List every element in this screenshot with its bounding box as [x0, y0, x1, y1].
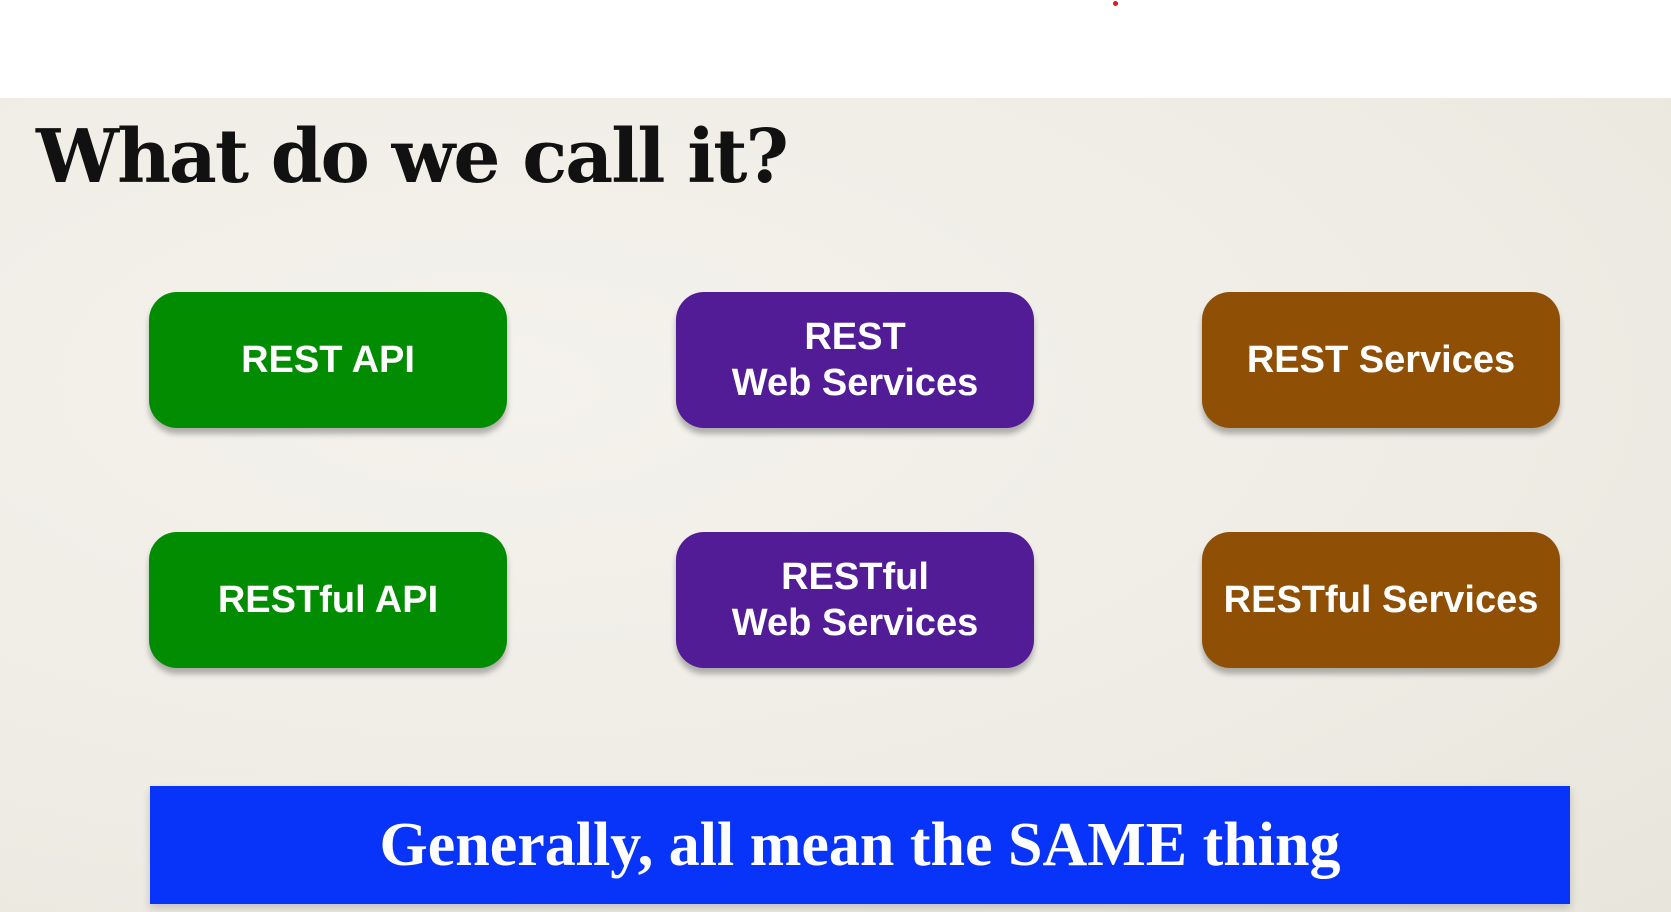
pointer-dot	[1113, 1, 1118, 6]
term-label-line-2: Web Services	[731, 362, 979, 404]
term-label: REST Services	[1246, 339, 1516, 381]
term-rest-services[interactable]: REST Services	[1202, 292, 1560, 428]
banner-text: Generally, all mean the SAME thing	[379, 810, 1341, 879]
slide-title: What do we call it?	[36, 114, 789, 200]
term-label: RESTful API	[217, 579, 439, 621]
term-label: REST API	[241, 339, 415, 381]
term-rest-web-services[interactable]: REST Web Services	[676, 292, 1034, 428]
term-label-line-2: Web Services	[731, 602, 979, 644]
term-restful-web-services[interactable]: RESTful Web Services	[676, 532, 1034, 668]
term-label-line-1: REST	[804, 316, 906, 358]
term-rest-api[interactable]: REST API	[149, 292, 507, 428]
top-strip	[0, 0, 1671, 98]
slide: What do we call it? REST API REST Web Se…	[0, 98, 1671, 912]
term-restful-api[interactable]: RESTful API	[149, 532, 507, 668]
term-label: RESTful Services	[1223, 579, 1539, 621]
conclusion-banner: Generally, all mean the SAME thing	[150, 786, 1570, 904]
term-restful-services[interactable]: RESTful Services	[1202, 532, 1560, 668]
term-label-line-1: RESTful	[781, 556, 929, 598]
